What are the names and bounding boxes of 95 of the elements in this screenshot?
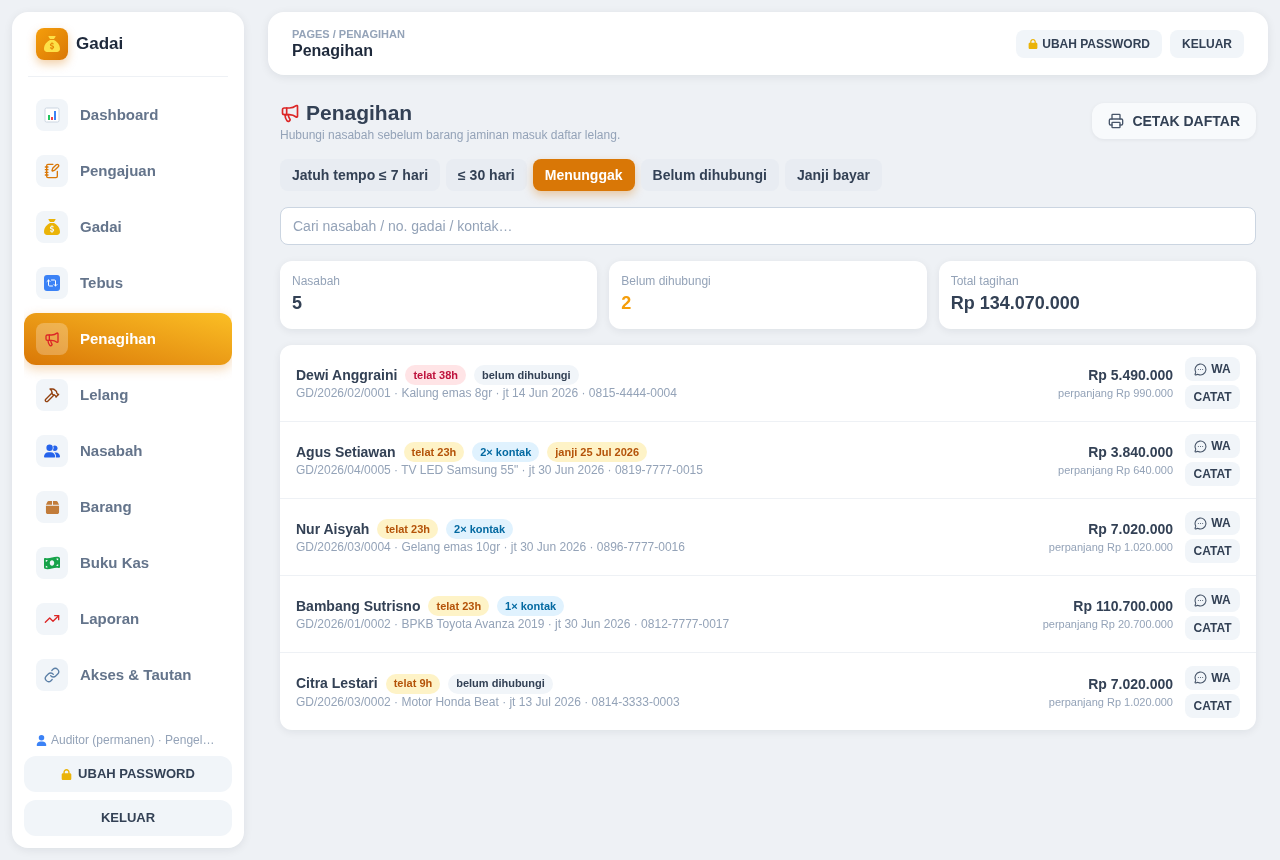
- note-button[interactable]: CATAT: [1185, 385, 1240, 409]
- filter-tab[interactable]: Janji bayar: [784, 159, 883, 191]
- whatsapp-button[interactable]: WA: [1185, 434, 1240, 458]
- sidebar-item[interactable]: Dashboard: [24, 89, 232, 141]
- amount-due: Rp 7.020.000: [1088, 674, 1173, 694]
- sidebar-item[interactable]: Akses & Tautan: [24, 649, 232, 701]
- change-password-button[interactable]: UBAH PASSWORD: [1016, 29, 1162, 58]
- people-icon: [36, 435, 68, 467]
- speech-bubble-icon: [1194, 516, 1208, 530]
- search-field[interactable]: Cari nasabah / no. gadai / kontak…: [280, 207, 1256, 245]
- section-title: Penagihan: [306, 100, 413, 126]
- sidebar-item[interactable]: Lelang: [24, 369, 232, 421]
- section-subtitle: Hubungi nasabah sebelum barang jaminan masuk daftar lelang.: [280, 127, 621, 143]
- print-list-button[interactable]: CETAK DAFTAR: [1092, 103, 1256, 139]
- loan-details: GD/2026/03/0004 · Gelang emas 10gr · jt 30 Jun 2026 · 0896-7777-0016: [296, 539, 686, 555]
- status-tag: janji 25 Jul 2026: [547, 442, 648, 462]
- whatsapp-button[interactable]: WA: [1185, 511, 1240, 535]
- money-bag-logo-icon: [36, 28, 68, 60]
- sidebar-item[interactable]: Tebus: [24, 257, 232, 309]
- note-button[interactable]: CATAT: [1185, 616, 1240, 640]
- sidebar-item[interactable]: Barang: [24, 481, 232, 533]
- note-button[interactable]: CATAT: [1185, 462, 1240, 486]
- change-password-button[interactable]: UBAH PASSWORD: [24, 756, 232, 792]
- stat-label: Total tagihan: [950, 273, 1020, 289]
- sidebar-item[interactable]: Buku Kas: [24, 537, 232, 589]
- status-tag: telat 23h: [428, 596, 490, 616]
- loan-details: GD/2026/03/0002 · Motor Honda Beat · jt 13 Jul 2026 · 0814-3333-0003: [296, 693, 681, 710]
- amount-due: Rp 5.490.000: [1088, 366, 1173, 385]
- logout-button[interactable]: KELUAR: [1170, 29, 1244, 58]
- stat-value: 5: [292, 292, 303, 315]
- status-tag: 2× kontak: [472, 442, 540, 462]
- status-tag: telat 9h: [385, 673, 441, 694]
- status-tag: 1× kontak: [497, 596, 565, 616]
- speech-bubble-icon: [1194, 671, 1208, 684]
- extension-fee: perpanjang Rp 20.700.000: [1042, 617, 1173, 632]
- brand-name: Gadai: [76, 33, 124, 56]
- status-tag: telat 38h: [405, 365, 467, 385]
- whatsapp-button[interactable]: WA: [1185, 588, 1240, 612]
- lock-icon: [61, 768, 73, 780]
- filter-tab[interactable]: Belum dihubungi: [640, 159, 779, 191]
- hammer-icon: [36, 379, 68, 411]
- status-tag: belum dihubungi: [448, 673, 553, 694]
- sidebar-item[interactable]: Laporan: [24, 593, 232, 645]
- customer-name: Nur Aisyah: [296, 519, 370, 539]
- whatsapp-button[interactable]: WA: [1185, 357, 1240, 381]
- status-tag: telat 23h: [377, 519, 439, 539]
- sidebar-item[interactable]: Gadai: [24, 201, 232, 253]
- amount-due: Rp 110.700.000: [1073, 597, 1173, 616]
- amount-due: Rp 7.020.000: [1088, 520, 1173, 539]
- user-icon: [36, 734, 47, 746]
- trending-chart-icon: [36, 603, 68, 635]
- sidebar-item[interactable]: Nasabah: [24, 425, 232, 477]
- loan-details: GD/2026/01/0002 · BPKB Toyota Avanza 2019 · jt 30 Jun 2026 · 0812-7777-0017: [296, 616, 731, 632]
- sidebar-item[interactable]: Pengajuan: [24, 145, 232, 197]
- customer-name: Agus Setiawan: [296, 442, 396, 462]
- link-icon: [36, 659, 68, 691]
- box-icon: [36, 491, 68, 523]
- status-tag: belum dihubungi: [474, 365, 579, 385]
- repeat-arrows-icon: [36, 267, 68, 299]
- notepad-pencil-icon: [36, 155, 68, 187]
- breadcrumb: PAGES / PENAGIHAN: [292, 26, 405, 41]
- customer-name: Dewi Anggraini: [296, 365, 398, 385]
- note-button[interactable]: CATAT: [1185, 693, 1240, 718]
- stat-label: Nasabah: [292, 273, 342, 289]
- stat-value: Rp 134.070.000: [950, 292, 1081, 315]
- filter-tab[interactable]: Jatuh tempo ≤ 7 hari: [280, 159, 441, 191]
- status-tag: telat 23h: [403, 442, 465, 462]
- amount-due: Rp 3.840.000: [1088, 443, 1173, 462]
- page-title: Penagihan: [292, 40, 374, 61]
- speech-bubble-icon: [1194, 362, 1208, 376]
- loan-details: GD/2026/02/0001 · Kalung emas 8gr · jt 14 Jun 2026 · 0815-4444-0004: [296, 385, 678, 401]
- extension-fee: perpanjang Rp 640.000: [1058, 463, 1173, 478]
- customer-name: Bambang Sutrisno: [296, 596, 421, 616]
- status-tag: 2× kontak: [446, 519, 514, 539]
- megaphone-icon: [36, 323, 68, 355]
- banknote-icon: [36, 547, 68, 579]
- lock-icon: [1028, 38, 1039, 49]
- printer-icon: [1108, 113, 1125, 129]
- extension-fee: perpanjang Rp 1.020.000: [1048, 694, 1173, 710]
- money-bag-icon: [36, 211, 68, 243]
- whatsapp-button[interactable]: WA: [1185, 665, 1240, 690]
- speech-bubble-icon: [1194, 439, 1208, 453]
- extension-fee: perpanjang Rp 1.020.000: [1048, 540, 1173, 555]
- stat-value: 2: [621, 292, 633, 315]
- megaphone-icon: [280, 103, 300, 123]
- speech-bubble-icon: [1194, 593, 1208, 607]
- user-role: Auditor (permanen) · Pengel…: [51, 732, 215, 749]
- customer-name: Citra Lestari: [296, 674, 378, 693]
- extension-fee: perpanjang Rp 990.000: [1058, 386, 1173, 401]
- logout-button[interactable]: KELUAR: [24, 800, 232, 836]
- filter-tab[interactable]: ≤ 30 hari: [446, 159, 527, 191]
- stat-label: Belum dihubungi: [621, 273, 712, 289]
- note-button[interactable]: CATAT: [1185, 539, 1240, 563]
- loan-details: GD/2026/04/0005 · TV LED Samsung 55" · jt 30 Jun 2026 · 0819-7777-0015: [296, 462, 704, 478]
- bar-chart-icon: [36, 99, 68, 131]
